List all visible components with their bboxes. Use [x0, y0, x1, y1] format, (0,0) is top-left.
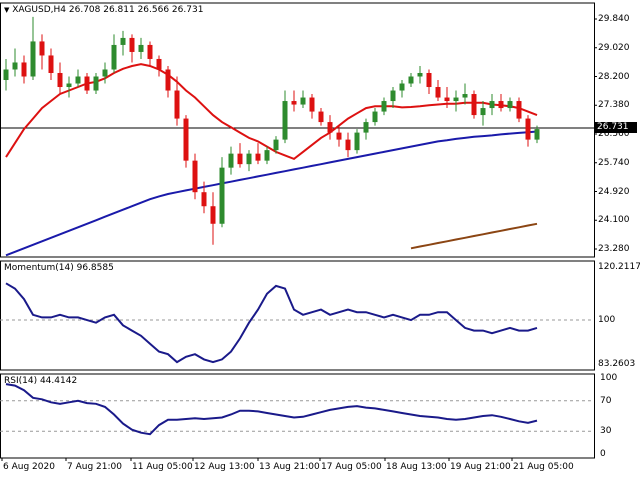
candle-body: [507, 101, 513, 109]
candle-body: [435, 87, 441, 98]
candle-body: [183, 118, 189, 161]
momentum-tick-label: 120.2117: [598, 262, 640, 272]
candle-body: [381, 101, 387, 112]
candle-body: [138, 44, 144, 52]
candle-body: [201, 192, 207, 207]
candle-body: [372, 111, 378, 123]
candle-body: [174, 90, 180, 119]
current-price-marker: 26.731: [595, 122, 637, 133]
candle-body: [102, 69, 108, 77]
rsi-tick-label: 30: [600, 426, 612, 437]
candle-body: [66, 83, 72, 88]
candle-body: [291, 101, 297, 105]
candle-body: [444, 97, 450, 102]
price-tick-label: 29.020: [598, 42, 630, 53]
time-tick-label: 18 Aug 13:00: [386, 462, 447, 472]
time-tick-label: 11 Aug 05:00: [132, 462, 193, 472]
price-tick-label: 25.740: [598, 157, 630, 168]
candle-body: [21, 62, 27, 77]
momentum-tick-label: 83.2603: [598, 359, 636, 369]
rsi-tick-label: 70: [600, 395, 612, 406]
price-tick-label: 29.840: [598, 14, 630, 24]
candle-body: [480, 108, 486, 116]
candle-body: [12, 62, 18, 70]
candle-body: [471, 94, 477, 116]
momentum-tick-label: 100: [598, 315, 616, 326]
candle-body: [39, 41, 45, 56]
candle-body: [525, 118, 531, 140]
candle-body: [336, 132, 342, 140]
candle-body: [489, 101, 495, 109]
moving-average-3: [410, 222, 538, 250]
candle-body: [309, 97, 315, 112]
candle-body: [48, 55, 54, 73]
candle-body: [129, 37, 135, 52]
price-tick-label: 23.280: [598, 244, 630, 254]
symbol-label: XAGUSD,H4: [12, 5, 66, 15]
candle-body: [120, 37, 126, 45]
candle-body: [327, 122, 333, 133]
candle-body: [417, 72, 423, 77]
candle-body: [75, 76, 81, 84]
candle-body: [282, 101, 288, 140]
rsi-tick-label: 0: [600, 449, 606, 459]
ohlc-label: 26.708 26.811 26.566 26.731: [68, 5, 204, 15]
momentum-line: [5, 282, 538, 364]
candle-body: [219, 167, 225, 224]
candle-body: [408, 76, 414, 84]
candle-body: [453, 97, 459, 102]
candle-body: [111, 44, 117, 70]
candle-body: [192, 160, 198, 193]
candle-body: [255, 153, 261, 161]
candle-body: [462, 94, 468, 98]
candle-body: [93, 76, 99, 91]
rsi-line: [5, 383, 538, 436]
time-tick-label: 19 Aug 21:00: [450, 462, 511, 472]
collapse-arrow-icon[interactable]: ▼: [4, 6, 9, 14]
time-tick-label: 21 Aug 05:00: [513, 462, 574, 472]
time-tick-label: 13 Aug 21:00: [259, 462, 320, 472]
candle-body: [516, 101, 522, 119]
time-tick-label: 6 Aug 2020: [3, 462, 55, 472]
candle-body: [318, 111, 324, 123]
candle-body: [210, 206, 216, 224]
momentum-pane-frame: [0, 260, 595, 371]
main-pane-frame: [0, 2, 595, 258]
price-tick-label: 27.380: [598, 100, 630, 111]
candle-body: [165, 69, 171, 91]
candle-body: [30, 41, 36, 77]
candle-body: [273, 139, 279, 151]
chart-header: ▼ XAGUSD,H4 26.708 26.811 26.566 26.731: [4, 5, 203, 16]
candle-body: [84, 76, 90, 91]
rsi-pane-frame: [0, 373, 595, 459]
candle-body: [363, 122, 369, 133]
candle-body: [300, 97, 306, 105]
chart-canvas[interactable]: [0, 0, 640, 480]
rsi-tick-label: 100: [600, 373, 618, 383]
price-tick-label: 24.100: [598, 215, 630, 226]
candle-body: [147, 44, 153, 59]
price-tick-label: 28.200: [598, 71, 630, 82]
time-tick-label: 17 Aug 05:00: [321, 462, 382, 472]
time-tick-label: 12 Aug 13:00: [194, 462, 255, 472]
candle-body: [345, 139, 351, 151]
candle-body: [228, 153, 234, 168]
candle-body: [399, 83, 405, 91]
candle-body: [237, 153, 243, 165]
candle-body: [354, 132, 360, 151]
candle-body: [498, 101, 504, 109]
candle-body: [264, 150, 270, 161]
candle-body: [3, 69, 9, 81]
candle-body: [390, 90, 396, 102]
momentum-label: Momentum(14) 96.8585: [4, 263, 114, 273]
rsi-label: RSI(14) 44.4142: [4, 376, 78, 386]
candle-body: [57, 72, 63, 88]
candle-body: [246, 153, 252, 165]
time-tick-label: 7 Aug 21:00: [67, 462, 122, 472]
price-tick-label: 24.920: [598, 186, 630, 197]
candle-body: [426, 72, 432, 88]
candle-body: [156, 58, 162, 70]
candle-body: [534, 129, 540, 140]
trading-chart[interactable]: ▼ XAGUSD,H4 26.708 26.811 26.566 26.731 …: [0, 0, 640, 480]
